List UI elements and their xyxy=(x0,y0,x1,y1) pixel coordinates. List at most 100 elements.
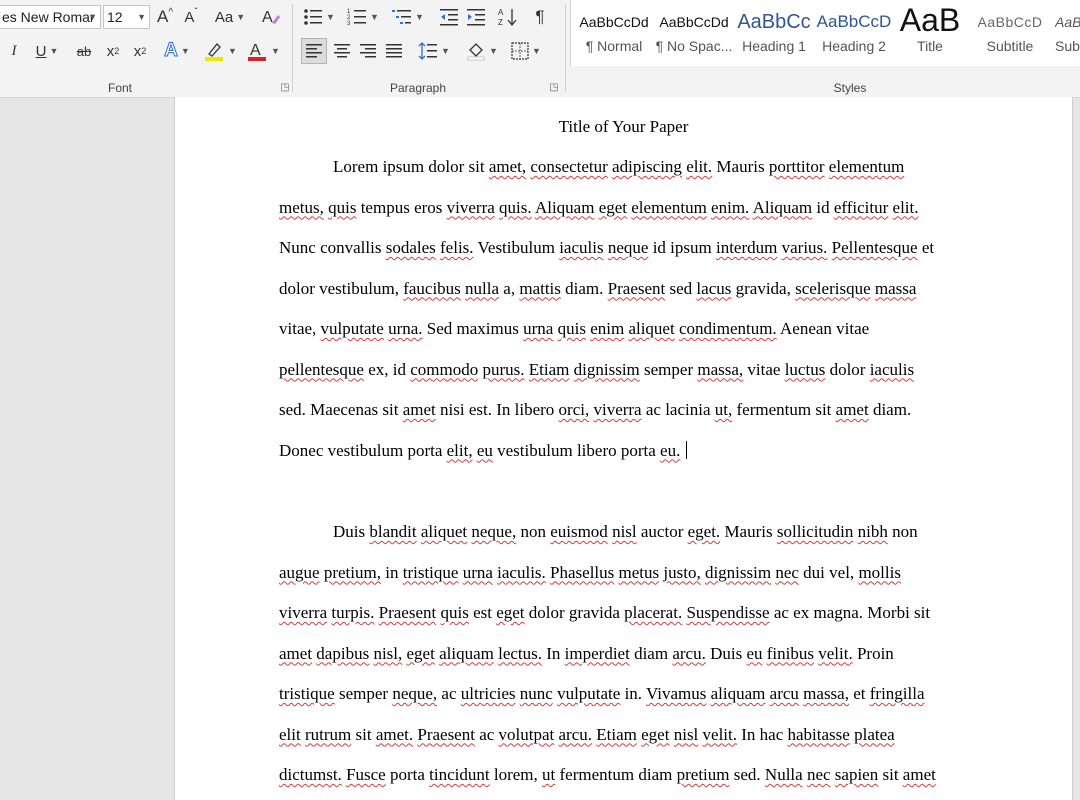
underline-button[interactable]: U ▼ xyxy=(28,38,66,64)
italic-button[interactable]: I xyxy=(4,38,24,64)
style-normal[interactable]: AaBbCcDd ¶ Normal xyxy=(575,2,653,64)
chevron-down-icon: ▼ xyxy=(180,46,190,56)
grow-font-button[interactable]: A ^ xyxy=(154,4,176,30)
chevron-down-icon: ▼ xyxy=(532,46,541,56)
numbering-icon: 1 2 3 xyxy=(347,9,367,26)
chevron-down-icon: ▼ xyxy=(326,12,335,22)
multilevel-list-button[interactable]: ▼ xyxy=(389,4,427,30)
shrink-caret-icon: ˇ xyxy=(194,6,198,18)
group-divider xyxy=(565,4,566,92)
body-paragraph[interactable]: Lorem ipsum dolor sit amet, consectetur … xyxy=(279,156,969,480)
text-line: elit rutrum sit amet. Praesent ac volutp… xyxy=(279,724,895,744)
chevron-down-icon: ▼ xyxy=(49,46,59,56)
grow-caret-icon: ^ xyxy=(168,6,174,18)
chevron-down-icon: ▼ xyxy=(236,12,246,22)
font-size-dropdown[interactable]: 12 ▼ xyxy=(103,5,150,29)
decrease-indent-button[interactable] xyxy=(437,4,461,30)
font-dialog-launcher-icon[interactable]: ◳ xyxy=(279,82,291,94)
highlight-color-button[interactable]: ▼ xyxy=(200,38,240,64)
line-spacing-button[interactable]: ▼ xyxy=(414,38,454,64)
text-line: tristique semper neque, ac ultricies nun… xyxy=(279,684,925,703)
style-sample: AaBbCcDd xyxy=(579,14,649,30)
paint-bucket-icon xyxy=(467,43,485,61)
style-subtle-emphasis[interactable]: AaBl Subt xyxy=(1055,2,1080,64)
document-page[interactable]: Title of Your Paper Lorem ipsum dolor si… xyxy=(174,97,1073,800)
clear-formatting-button[interactable]: A xyxy=(259,4,283,30)
svg-text:A: A xyxy=(250,42,261,59)
style-sample: AaBbCcDd xyxy=(659,14,729,30)
strikethrough-button[interactable]: ab xyxy=(72,38,96,64)
styles-gallery: AaBbCcDd ¶ Normal AaBbCcDd ¶ No Spac... … xyxy=(570,0,1080,66)
text-line: sed. Maecenas sit amet nisi est. In libe… xyxy=(279,400,912,419)
font-color-icon: A xyxy=(248,42,267,61)
style-name: Subtitle xyxy=(986,38,1034,54)
decrease-indent-icon xyxy=(440,9,458,26)
borders-icon xyxy=(511,42,529,60)
shading-button[interactable]: ▼ xyxy=(462,38,502,64)
sort-button[interactable]: A Z xyxy=(496,4,520,30)
style-name: Subt xyxy=(1055,38,1080,54)
text-effects-button[interactable]: A ▼ xyxy=(160,38,194,64)
subscript-button[interactable]: x2 xyxy=(102,38,124,64)
style-title[interactable]: AaB Title xyxy=(895,2,965,64)
subscript-label: x xyxy=(106,42,115,60)
clear-formatting-icon: A xyxy=(262,9,280,26)
chevron-down-icon: ▼ xyxy=(137,12,146,22)
show-formatting-marks-button[interactable]: ¶ xyxy=(529,4,551,30)
font-name-dropdown[interactable]: es New Romar ▼ xyxy=(0,5,101,29)
style-sample: AaBbCc xyxy=(737,11,811,33)
style-heading-2[interactable]: AaBbCcD Heading 2 xyxy=(815,2,893,64)
justify-button[interactable] xyxy=(381,38,407,64)
text-line: Nunc convallis sodales felis. Vestibulum… xyxy=(279,238,935,257)
sort-icon: A Z xyxy=(498,8,517,27)
superscript-digit: 2 xyxy=(141,46,147,56)
bullets-button[interactable]: ▼ xyxy=(301,4,337,30)
font-color-button[interactable]: A ▼ xyxy=(244,38,282,64)
font-group-label: Font xyxy=(107,81,132,95)
style-subtitle[interactable]: AaBbCcD Subtitle xyxy=(970,2,1050,64)
pilcrow-icon: ¶ xyxy=(535,7,545,26)
underline-label: U xyxy=(35,42,47,60)
ribbon: es New Romar ▼ 12 ▼ A^ Aˇ Aa▼ A I U▼ xyxy=(0,0,1080,98)
text-line: augue pretium, in tristique urna iaculis… xyxy=(279,562,901,582)
text-line: vitae, vulputate urna. Sed maximus urna … xyxy=(279,319,870,338)
style-no-spacing[interactable]: AaBbCcDd ¶ No Spac... xyxy=(655,2,733,64)
align-right-button[interactable] xyxy=(355,38,381,64)
align-left-button[interactable] xyxy=(301,38,327,64)
align-left-icon xyxy=(306,44,322,58)
style-sample: AaB xyxy=(899,2,961,38)
increase-indent-button[interactable] xyxy=(464,4,488,30)
group-divider xyxy=(292,4,293,92)
chevron-down-icon: ▼ xyxy=(415,12,424,22)
font-size-value: 12 xyxy=(107,9,123,25)
chevron-down-icon: ▼ xyxy=(370,12,379,22)
numbering-button[interactable]: 1 2 3 ▼ xyxy=(344,4,382,30)
align-center-button[interactable] xyxy=(329,38,355,64)
text-line: Duis blandit aliquet neque, non euismod … xyxy=(333,522,918,541)
change-case-button[interactable]: Aa ▼ xyxy=(210,4,250,30)
shrink-font-button[interactable]: Aˇ xyxy=(180,4,202,30)
chevron-down-icon: ▼ xyxy=(271,46,280,56)
strikethrough-label: ab xyxy=(76,43,92,59)
italic-label: I xyxy=(11,42,17,59)
text-effects-icon: A xyxy=(164,40,179,62)
style-heading-1[interactable]: AaBbCc Heading 1 xyxy=(735,2,813,64)
text-line: metus, quis tempus eros viverra quis. Al… xyxy=(279,197,919,217)
style-name: Title xyxy=(917,38,943,54)
body-paragraph[interactable]: Duis blandit aliquet neque, non euismod … xyxy=(279,521,969,800)
svg-text:3: 3 xyxy=(347,21,351,26)
text-line: Lorem ipsum dolor sit amet, consectetur … xyxy=(333,157,905,176)
change-case-label: Aa xyxy=(214,8,234,26)
svg-text:A: A xyxy=(498,8,504,17)
text-line: viverra turpis. Praesent quis est eget d… xyxy=(279,603,931,622)
text-line: Donec vestibulum porta elit, eu vestibul… xyxy=(279,440,969,481)
chevron-down-icon: ▼ xyxy=(88,12,97,22)
superscript-button[interactable]: x2 xyxy=(129,38,151,64)
increase-indent-icon xyxy=(467,9,485,26)
paragraph-dialog-launcher-icon[interactable]: ◳ xyxy=(548,82,560,94)
borders-button[interactable]: ▼ xyxy=(506,38,546,64)
text-line: amet dapibus nisl, eget aliquam lectus. … xyxy=(279,643,894,663)
document-title[interactable]: Title of Your Paper xyxy=(175,117,1072,137)
text-line: pellentesque ex, id commodo purus. Etiam… xyxy=(279,359,915,379)
font-name-value: es New Romar xyxy=(2,9,95,25)
